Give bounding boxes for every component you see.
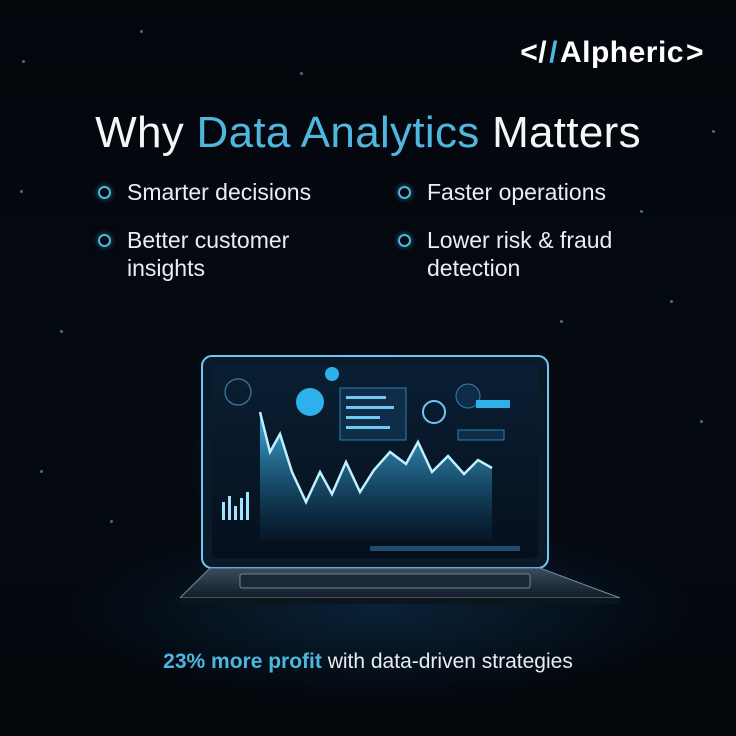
benefit-line: Faster operations <box>427 179 606 205</box>
star-dot <box>700 420 703 423</box>
screen-line <box>346 416 380 419</box>
benefit-text: Smarter decisions <box>127 178 311 206</box>
star-dot <box>110 520 113 523</box>
benefit-line: insights <box>127 255 205 281</box>
benefit-text: Faster operations <box>427 178 606 206</box>
brand-logo: <// Alpheric > <box>520 36 704 70</box>
tagline-rest: with data-driven strategies <box>321 650 573 673</box>
headline-accent: Data Analytics <box>196 108 480 157</box>
benefit-text: Lower risk & fraud detection <box>427 226 612 282</box>
benefit-item: Faster operations <box>398 178 658 206</box>
benefit-line: Smarter decisions <box>127 179 312 205</box>
laptop-edge <box>180 598 620 604</box>
logo-text: Alpheric <box>559 36 684 69</box>
headline-part1: Why <box>95 108 197 157</box>
logo-suffix: > <box>685 36 704 69</box>
star-dot <box>560 320 563 323</box>
ring-bullet-icon <box>98 234 111 247</box>
screen-tag <box>476 400 510 408</box>
headline: Why Data Analytics Matters <box>0 108 736 158</box>
screen-bar <box>240 498 243 520</box>
star-dot <box>670 300 673 303</box>
screen-line <box>346 406 394 409</box>
star-dot <box>140 30 143 33</box>
logo-slash-icon: / <box>549 36 558 69</box>
star-dot <box>640 210 643 213</box>
screen-bar <box>228 496 231 520</box>
benefit-item: Smarter decisions <box>98 178 348 206</box>
screen-taskbar <box>370 546 520 551</box>
screen-pie-icon <box>296 388 324 416</box>
screen-tag <box>457 429 505 441</box>
screen-line <box>346 396 386 399</box>
screen-dot-icon <box>325 367 339 381</box>
laptop-keyboard <box>239 573 531 589</box>
star-dot <box>40 470 43 473</box>
benefit-line: Better customer <box>127 227 290 253</box>
star-dot <box>300 72 303 75</box>
ring-bullet-icon <box>398 234 411 247</box>
headline-part2: Matters <box>479 108 641 157</box>
screen-panel <box>339 387 407 441</box>
poster: <// Alpheric > Why Data Analytics Matters … <box>0 0 736 736</box>
screen-bar <box>222 502 225 520</box>
screen-line <box>346 426 390 429</box>
screen-bar <box>246 492 249 520</box>
logo-prefix: </ <box>520 36 548 69</box>
benefit-line: Lower risk & fraud <box>427 227 613 253</box>
benefit-item: Better customer insights <box>98 226 348 282</box>
ring-bullet-icon <box>398 186 411 199</box>
benefit-item: Lower risk & fraud detection <box>398 226 658 282</box>
star-dot <box>60 330 63 333</box>
laptop-illustration <box>180 355 621 604</box>
star-dot <box>22 60 25 63</box>
benefit-text: Better customer insights <box>127 226 289 282</box>
tagline: 23% more profit with data-driven strateg… <box>0 650 736 674</box>
tagline-accent: 23% more profit <box>163 650 322 673</box>
star-dot <box>20 190 23 193</box>
ring-bullet-icon <box>98 186 111 199</box>
benefit-line: detection <box>427 255 521 281</box>
screen-bar <box>234 506 237 520</box>
